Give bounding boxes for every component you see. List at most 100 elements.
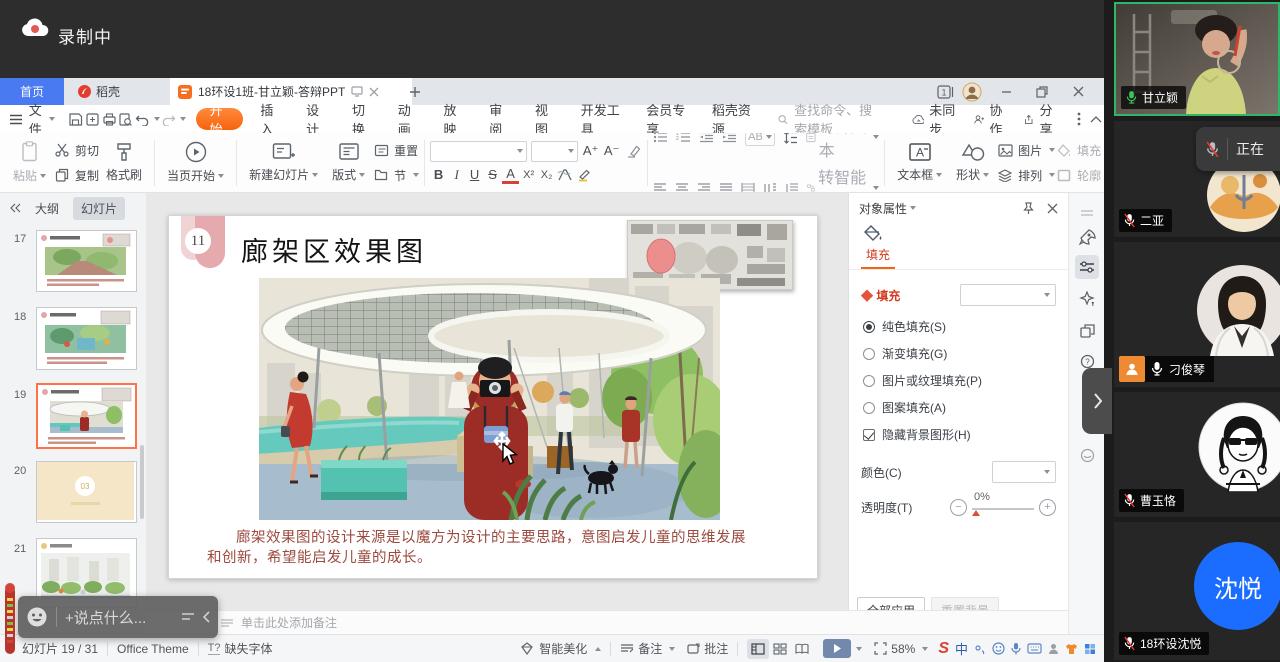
emoji-smiley-icon[interactable] (26, 606, 48, 628)
menu-tab-transition[interactable]: 切换 (339, 105, 385, 133)
tab-outline[interactable]: 大纲 (35, 200, 59, 217)
fill-style-dropdown[interactable] (960, 284, 1056, 306)
collapse-ribbon-icon[interactable] (1087, 108, 1104, 130)
radio-picture-fill[interactable]: 图片或纹理填充(P) (863, 372, 1054, 389)
distribute-icon[interactable] (741, 179, 755, 193)
ime-mode-chinese[interactable]: 中 (955, 639, 968, 658)
menu-tab-animation[interactable]: 动画 (385, 105, 431, 133)
align-right-icon[interactable] (697, 179, 711, 193)
reading-view-icon[interactable] (791, 639, 813, 659)
arrange-button[interactable]: 排列 (996, 163, 1055, 188)
strikethrough-button[interactable]: S (484, 165, 501, 185)
tab-fill[interactable]: 填充 (861, 246, 895, 269)
text-box-button[interactable]: A 文本框 (890, 142, 949, 183)
checkbox-hide-background[interactable]: 隐藏背景图形(H) (863, 426, 1054, 443)
chat-input-overlay[interactable]: +说点什么... (18, 596, 218, 638)
notes-toggle-button[interactable]: 备注 (620, 640, 675, 657)
menu-tab-devtools[interactable]: 开发工具 (568, 105, 634, 133)
menu-tab-start[interactable]: 开始 (196, 108, 244, 130)
theme-name[interactable]: Office Theme (117, 642, 189, 656)
text-effects-icon[interactable] (556, 166, 574, 184)
new-slide-button[interactable]: 新建幻灯片 (242, 142, 325, 183)
close-panel-icon[interactable] (1047, 203, 1058, 214)
ime-person-icon[interactable] (1048, 643, 1059, 655)
normal-view-icon[interactable] (747, 639, 769, 659)
slideshow-play-button[interactable] (823, 639, 862, 658)
redo-icon[interactable] (160, 108, 177, 130)
transparency-plus-button[interactable]: + (1039, 499, 1056, 516)
align-text-button[interactable]: 对齐文本 (806, 133, 879, 161)
superscript-button[interactable]: X² (520, 165, 537, 185)
text-direction-button[interactable]: AB (745, 133, 775, 146)
menu-tab-review[interactable]: 审阅 (476, 105, 522, 133)
increase-indent-icon[interactable] (722, 133, 737, 146)
tab-docer[interactable]: 稻壳 (64, 78, 134, 105)
tab-document[interactable]: 18环设1班-甘立颖-答辩PPT (170, 78, 412, 105)
save-icon[interactable] (67, 108, 84, 130)
slide-thumbnail-17[interactable] (36, 230, 137, 292)
align-left-icon[interactable] (653, 179, 667, 193)
numbered-list-icon[interactable]: 12 (676, 133, 691, 146)
bold-button[interactable]: B (430, 165, 447, 185)
reset-slide-button[interactable]: 重置 (372, 138, 419, 163)
menu-tab-design[interactable]: 设计 (293, 105, 339, 133)
zoom-control[interactable]: 58% (874, 642, 928, 656)
participant-tile-erya[interactable]: 正在 二亚 (1114, 121, 1280, 237)
play-from-current-button[interactable]: 当页开始 (160, 141, 231, 184)
menu-tab-member[interactable]: 会员专享 (633, 105, 699, 133)
radio-pattern-fill[interactable]: 图案填充(A) (863, 399, 1054, 416)
radio-solid-fill[interactable]: 纯色填充(S) (863, 318, 1054, 335)
font-size-select[interactable] (531, 141, 578, 162)
participant-tile-ganliying[interactable]: 甘立颖 (1114, 2, 1280, 116)
font-color-button[interactable]: A (502, 165, 519, 184)
stamp-icon[interactable] (1075, 443, 1099, 467)
object-properties-icon[interactable] (1075, 255, 1099, 279)
fill-button[interactable]: 填充 (1055, 138, 1104, 163)
participant-tile-diaojunqin[interactable]: 刁俊琴 (1114, 242, 1280, 387)
section-button[interactable]: 节 (372, 163, 419, 188)
menu-tab-docer-res[interactable]: 稻壳资源 (699, 105, 765, 133)
ime-emoji-icon[interactable] (992, 642, 1005, 655)
color-dropdown[interactable] (992, 461, 1056, 483)
radio-gradient-fill[interactable]: 渐变填充(G) (863, 345, 1054, 362)
column-list-icon[interactable] (763, 179, 777, 193)
ime-toolbox-icon[interactable] (1084, 643, 1096, 655)
layout-button[interactable]: 版式 (325, 142, 372, 183)
picture-button[interactable]: 图片 (996, 138, 1055, 163)
chat-placeholder[interactable]: +说点什么... (65, 607, 146, 628)
bullet-list-icon[interactable] (653, 133, 668, 146)
panel-title[interactable]: 对象属性 (859, 200, 916, 217)
slide-thumbnail-19-selected[interactable] (36, 383, 137, 449)
ime-logo[interactable]: S (938, 640, 949, 658)
ime-keyboard-icon[interactable] (1027, 643, 1042, 654)
barrage-list-icon[interactable] (181, 612, 195, 622)
subscript-button[interactable]: X₂ (538, 165, 555, 185)
decrease-indent-icon[interactable] (699, 133, 714, 146)
increase-font-icon[interactable]: A⁺ (582, 141, 599, 161)
collapse-panel-icon[interactable] (10, 203, 21, 213)
paste-button[interactable]: 粘贴 (6, 141, 53, 184)
cut-button[interactable]: 剪切 (53, 138, 99, 163)
close-tab-icon[interactable] (369, 87, 379, 97)
pergola-rendering-image[interactable] (259, 278, 720, 520)
slide-19-editing-area[interactable]: 11 廊架区效果图 (168, 215, 818, 579)
font-family-select[interactable] (430, 141, 527, 162)
pin-panel-icon[interactable] (1022, 202, 1035, 215)
align-center-icon[interactable] (675, 179, 689, 193)
slide-title[interactable]: 廊架区效果图 (241, 230, 427, 269)
smart-beautify-button[interactable]: 智能美化 (520, 640, 601, 657)
collapse-chat-icon[interactable] (202, 611, 210, 623)
pin-to-desktop-icon[interactable] (351, 86, 363, 97)
clear-format-icon[interactable] (624, 142, 642, 160)
effects-star-icon[interactable] (1075, 287, 1099, 311)
more-options-icon[interactable] (1071, 108, 1088, 130)
notes-bar[interactable]: 单击此处添加备注 (146, 610, 1068, 634)
decrease-font-icon[interactable]: A⁻ (603, 141, 620, 161)
outline-button[interactable]: 轮廓 (1055, 163, 1104, 188)
highlighter-icon[interactable] (575, 166, 593, 184)
print-preview-icon[interactable] (117, 108, 134, 130)
participant-tile-shenyue[interactable]: 沈悦 18环设沈悦 (1114, 522, 1280, 660)
menu-tab-view[interactable]: 视图 (522, 105, 568, 133)
missing-font-label[interactable]: 缺失字体 (224, 640, 272, 657)
quick-tools-icon[interactable] (1075, 225, 1099, 249)
